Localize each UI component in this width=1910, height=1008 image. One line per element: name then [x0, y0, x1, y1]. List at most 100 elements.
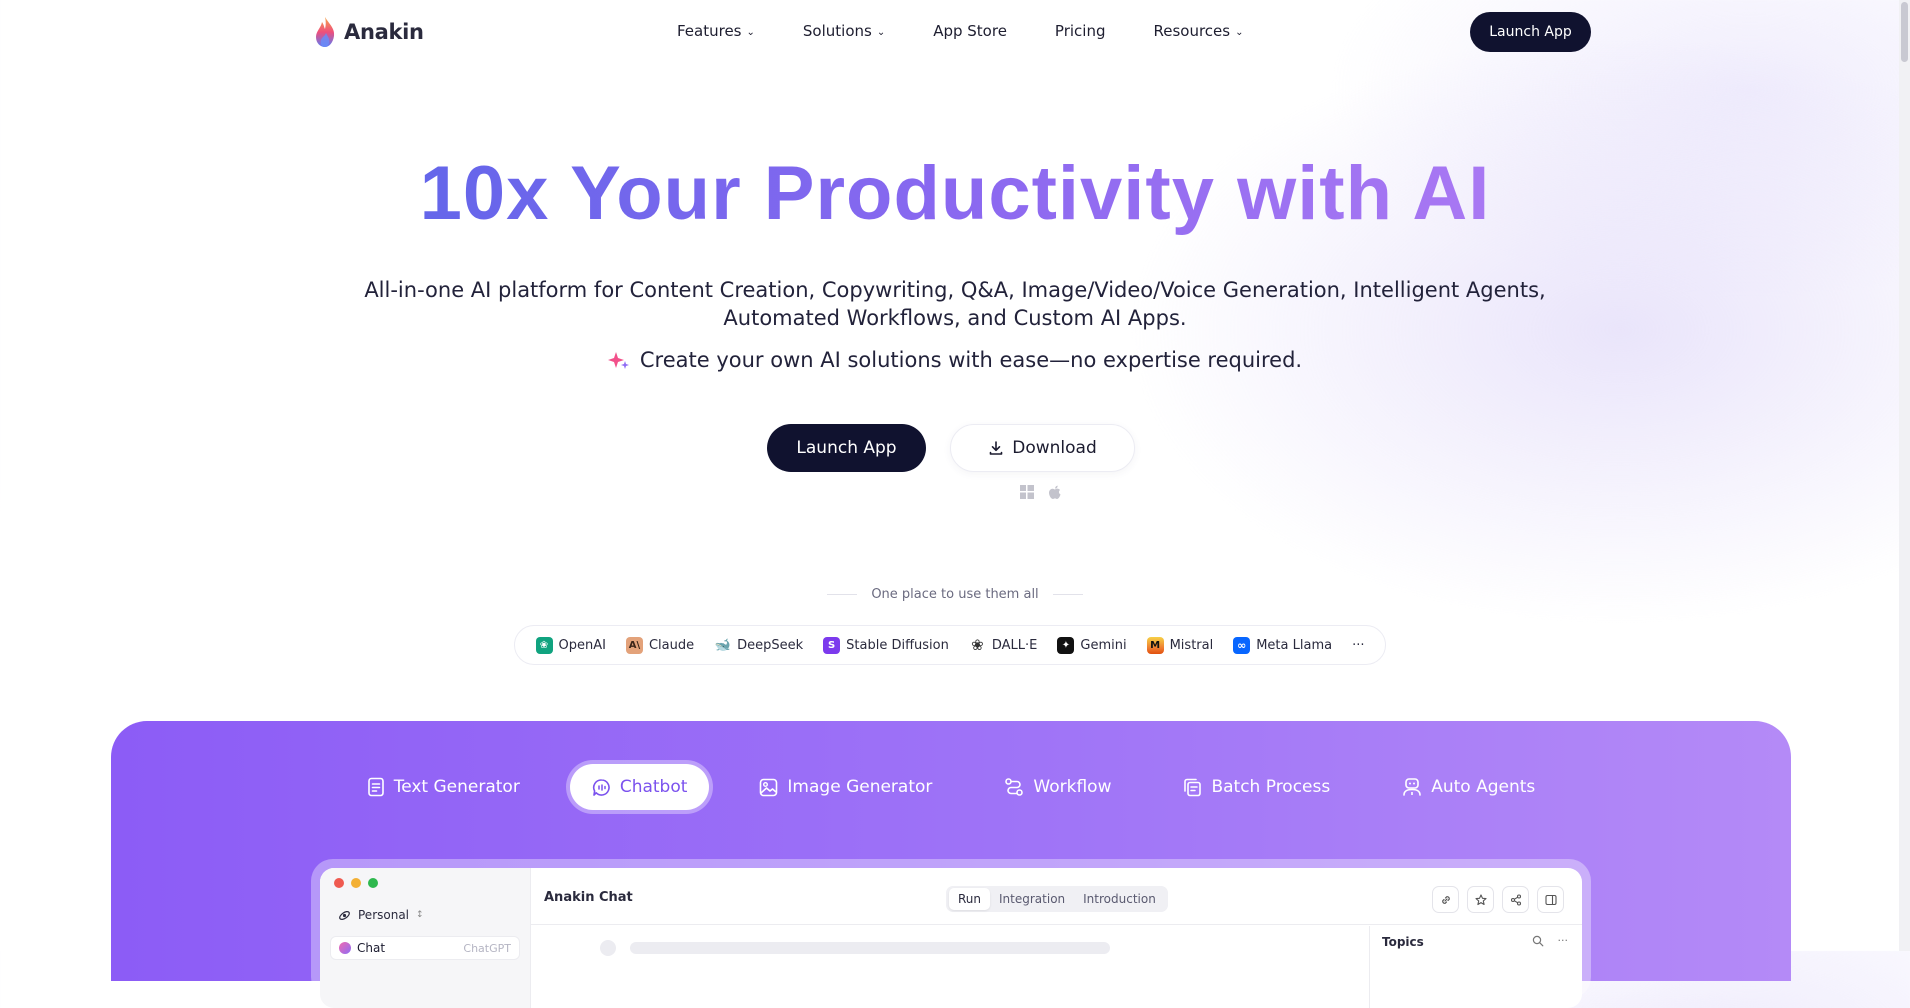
- mode-integration[interactable]: Integration: [990, 888, 1074, 910]
- batch-icon: [1184, 778, 1202, 796]
- layout-toggle-button[interactable]: [1537, 886, 1564, 913]
- nav-app-store-label: App Store: [933, 22, 1007, 40]
- workspace-switcher[interactable]: Personal ↕: [338, 908, 424, 922]
- header-divider: [530, 924, 1582, 925]
- header-launch-app-button[interactable]: Launch App: [1470, 12, 1591, 52]
- more-providers-button[interactable]: ···: [1352, 638, 1364, 653]
- workspace-name: Personal: [358, 908, 410, 922]
- tab-label: Text Generator: [393, 777, 520, 797]
- mode-switcher: Run Integration Introduction: [946, 886, 1168, 912]
- app-preview-window: Personal ↕ Chat ChatGPT Anakin Chat Run …: [320, 868, 1582, 1008]
- star-icon: [1474, 893, 1487, 905]
- nav-features[interactable]: Features ⌄: [677, 22, 755, 40]
- providers-heading-row: One place to use them all: [0, 587, 1910, 602]
- search-icon[interactable]: [1532, 935, 1544, 947]
- tab-auto-agents[interactable]: Auto Agents: [1380, 764, 1557, 810]
- app-main-panel: Anakin Chat Run Integration Introduction…: [530, 868, 1582, 1008]
- providers-heading: One place to use them all: [871, 587, 1039, 602]
- provider-label: Claude: [648, 637, 695, 653]
- provider-label: Gemini: [1080, 637, 1127, 653]
- hero-launch-app-button[interactable]: Launch App: [767, 424, 926, 472]
- link-icon: [1441, 895, 1450, 904]
- os-icons: [1020, 485, 1062, 501]
- app-sidebar: Personal ↕ Chat ChatGPT: [320, 868, 531, 1008]
- chat-bubble-icon: [592, 778, 610, 796]
- nav-solutions[interactable]: Solutions ⌄: [803, 22, 885, 40]
- provider-deepseek: 🐋 DeepSeek: [714, 637, 804, 654]
- nav-solutions-label: Solutions: [802, 22, 872, 40]
- mode-run[interactable]: Run: [949, 888, 991, 910]
- hero-subtitle: All-in-one AI platform for Content Creat…: [364, 278, 1546, 330]
- gemini-icon: ✦: [1057, 636, 1075, 654]
- page-scrollbar[interactable]: [1899, 0, 1910, 951]
- share-button[interactable]: [1502, 886, 1529, 913]
- favorite-button[interactable]: [1467, 886, 1494, 913]
- panel-icon: [1544, 894, 1557, 905]
- message-placeholder: [630, 942, 1110, 954]
- nav-app-store[interactable]: App Store: [933, 22, 1007, 40]
- topics-title: Topics: [1382, 935, 1424, 949]
- agent-icon: [1403, 778, 1422, 796]
- message-avatar: [600, 940, 616, 956]
- topics-actions: ···: [1532, 934, 1569, 947]
- tab-chatbot[interactable]: Chatbot: [569, 764, 710, 810]
- deepseek-icon: 🐋: [714, 637, 731, 653]
- app-title: Anakin Chat: [544, 890, 633, 905]
- brand-name: Anakin: [344, 20, 424, 44]
- feature-showcase: Text Generator Chatbot Image Generator W…: [111, 721, 1791, 1008]
- nav-resources[interactable]: Resources ⌄: [1153, 22, 1243, 40]
- workflow-icon: [1005, 778, 1024, 796]
- share-icon: [1510, 893, 1521, 906]
- app-toolbar: [1432, 886, 1564, 913]
- claude-icon: A\: [625, 636, 643, 654]
- mode-introduction[interactable]: Introduction: [1074, 888, 1165, 910]
- tab-batch-process[interactable]: Batch Process: [1161, 764, 1352, 810]
- tab-label: Auto Agents: [1431, 777, 1536, 797]
- maximize-dot-icon: [368, 878, 378, 888]
- updown-chevron-icon: ↕: [416, 910, 424, 920]
- provider-dalle: ❀ DALL·E: [969, 636, 1038, 654]
- meta-icon: ∞: [1233, 636, 1251, 654]
- sidebar-item-chat[interactable]: Chat ChatGPT: [330, 936, 520, 960]
- minimize-dot-icon: [351, 878, 361, 888]
- hero-tagline: Create your own AI solutions with ease—n…: [0, 348, 1910, 372]
- hero-tagline-text: Create your own AI solutions with ease—n…: [639, 348, 1303, 372]
- stable-diffusion-icon: S: [823, 636, 841, 654]
- provider-meta-llama: ∞ Meta Llama: [1233, 636, 1333, 654]
- provider-label: Stable Diffusion: [846, 637, 949, 653]
- tab-text-generator[interactable]: Text Generator: [345, 764, 542, 810]
- chevron-down-icon: ⌄: [1235, 26, 1244, 38]
- scrollbar-thumb[interactable]: [1901, 2, 1908, 62]
- tab-workflow[interactable]: Workflow: [982, 764, 1133, 810]
- provider-label: Meta Llama: [1256, 637, 1333, 653]
- provider-label: OpenAI: [558, 637, 606, 653]
- link-button[interactable]: [1432, 886, 1459, 913]
- provider-gemini: ✦ Gemini: [1057, 636, 1127, 654]
- apple-icon: [1049, 485, 1061, 499]
- brand-logo[interactable]: Anakin: [314, 16, 424, 48]
- nav-pricing[interactable]: Pricing: [1055, 22, 1106, 40]
- download-button[interactable]: Download: [950, 424, 1135, 472]
- close-dot-icon: [334, 878, 344, 888]
- hero-title: 10x Your Productivity with AI: [0, 150, 1910, 237]
- hero-title-text: 10x Your Productivity with AI: [419, 151, 1491, 236]
- app-preview-frame: Personal ↕ Chat ChatGPT Anakin Chat Run …: [311, 859, 1591, 1008]
- tab-label: Chatbot: [619, 777, 688, 797]
- image-icon: [760, 778, 778, 796]
- provider-label: DALL·E: [991, 637, 1038, 653]
- mistral-icon: M: [1146, 636, 1164, 654]
- more-icon[interactable]: ···: [1558, 934, 1569, 947]
- provider-claude: A\ Claude: [625, 636, 695, 654]
- flame-logo-icon: [316, 17, 335, 47]
- provider-mistral: M Mistral: [1146, 636, 1213, 654]
- top-navigation: Anakin Features ⌄ Solutions ⌄ App Store …: [0, 0, 1910, 64]
- tab-image-generator[interactable]: Image Generator: [737, 764, 954, 810]
- openai-icon: ❀: [535, 636, 553, 654]
- sparkle-icon: [607, 352, 629, 369]
- tab-label: Workflow: [1033, 777, 1112, 797]
- windows-icon: [1020, 485, 1034, 499]
- sidebar-item-label: Chat: [357, 941, 386, 955]
- tab-label: Image Generator: [787, 777, 933, 797]
- divider: [1052, 594, 1083, 595]
- provider-label: DeepSeek: [737, 637, 804, 653]
